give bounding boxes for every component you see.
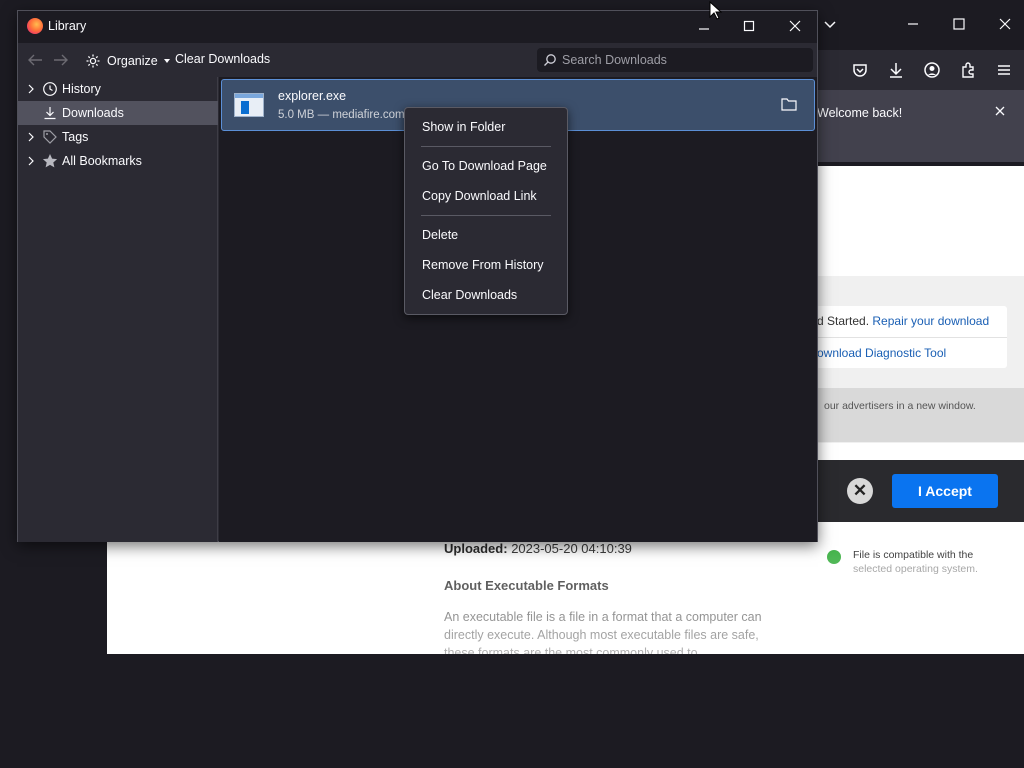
repair-prefix: d Started. <box>817 314 873 328</box>
menu-item-delete[interactable]: Delete <box>406 222 566 248</box>
chevron-right-icon[interactable] <box>27 132 35 142</box>
back-arrow-icon[interactable] <box>27 53 43 67</box>
clock-icon <box>43 82 57 96</box>
sidebar-item-label: All Bookmarks <box>62 154 142 168</box>
menu-item-label: Show in Folder <box>422 120 506 134</box>
menu-item-show-in-folder[interactable]: Show in Folder <box>406 114 566 140</box>
download-context-menu: Show in Folder Go To Download Page Copy … <box>404 107 568 315</box>
folder-icon[interactable] <box>781 97 797 111</box>
repair-row: d Started. Repair your download <box>817 314 989 328</box>
repair-card: d Started. Repair your download ownload … <box>797 306 1007 368</box>
menu-separator <box>421 146 551 147</box>
library-sidebar: History Downloads Tags All Bookmarks <box>18 77 218 542</box>
notification-message: Welcome back! <box>817 106 903 120</box>
uploaded-value: 2023-05-20 04:10:39 <box>511 541 632 556</box>
clear-downloads-button[interactable]: Clear Downloads <box>175 52 270 66</box>
sidebar-item-all-bookmarks[interactable]: All Bookmarks <box>18 149 218 173</box>
repair-link[interactable]: Repair your download <box>872 314 989 328</box>
minimize-icon[interactable] <box>905 16 921 32</box>
pocket-icon[interactable] <box>850 60 870 80</box>
window-title: Library <box>48 19 87 33</box>
maximize-icon[interactable] <box>951 16 967 32</box>
star-icon <box>42 154 58 168</box>
sidebar-item-label: Downloads <box>62 106 124 120</box>
maximize-icon[interactable] <box>742 19 756 33</box>
gear-icon <box>86 54 100 68</box>
about-heading: About Executable Formats <box>444 578 609 593</box>
menu-item-label: Copy Download Link <box>422 189 537 203</box>
search-placeholder: Search Downloads <box>562 53 667 67</box>
chevron-right-icon[interactable] <box>27 84 35 94</box>
menu-separator <box>421 215 551 216</box>
list-all-tabs-icon[interactable] <box>822 16 838 32</box>
menu-item-remove-from-history[interactable]: Remove From History <box>406 252 566 278</box>
tag-icon <box>43 130 57 144</box>
close-window-icon[interactable] <box>997 16 1013 32</box>
search-downloads-input[interactable]: Search Downloads <box>537 48 813 72</box>
mouse-cursor-icon <box>709 1 723 20</box>
organize-label: Organize <box>107 54 158 68</box>
menu-item-label: Go To Download Page <box>422 159 547 173</box>
close-icon[interactable] <box>994 105 1006 117</box>
extensions-icon[interactable] <box>958 60 978 80</box>
compat-line-2: selected operating system. <box>853 563 978 575</box>
consent-banner: ✕ I Accept <box>807 460 1024 522</box>
uploaded-info: Uploaded: 2023-05-20 04:10:39 <box>444 541 632 556</box>
diagnostic-tool-link[interactable]: ownload Diagnostic Tool <box>817 346 946 360</box>
download-meta: 5.0 MB — mediafire.com <box>278 109 405 121</box>
divider <box>797 337 1007 338</box>
organize-button[interactable]: Organize <box>85 51 170 71</box>
menu-item-label: Delete <box>422 228 459 242</box>
menu-item-label: Remove From History <box>422 258 544 272</box>
accept-button[interactable]: I Accept <box>892 474 998 508</box>
uploaded-label: Uploaded: <box>444 541 508 556</box>
chevron-right-icon[interactable] <box>27 156 35 166</box>
check-icon <box>827 550 841 564</box>
forward-arrow-icon[interactable] <box>53 53 69 67</box>
menu-item-label: Clear Downloads <box>422 288 518 302</box>
close-window-icon[interactable] <box>788 19 802 33</box>
menu-item-go-to-download-page[interactable]: Go To Download Page <box>406 153 566 179</box>
sidebar-item-label: Tags <box>62 130 89 144</box>
download-icon <box>44 107 56 120</box>
consent-close-button[interactable]: ✕ <box>847 478 873 504</box>
sidebar-item-downloads[interactable]: Downloads <box>18 101 218 125</box>
sidebar-item-tags[interactable]: Tags <box>18 125 218 149</box>
downloads-icon[interactable] <box>886 60 906 80</box>
search-icon <box>544 54 556 66</box>
compat-line-1: File is compatible with the <box>853 549 974 561</box>
account-icon[interactable] <box>922 60 942 80</box>
ad-notice-text: our advertisers in a new window. <box>824 400 976 412</box>
minimize-icon[interactable] <box>697 19 711 33</box>
menu-item-clear-downloads[interactable]: Clear Downloads <box>406 282 566 308</box>
dropdown-arrow-icon <box>163 59 170 63</box>
about-text: An executable file is a file in a format… <box>444 610 762 654</box>
menu-item-copy-download-link[interactable]: Copy Download Link <box>406 183 566 209</box>
download-filename: explorer.exe <box>278 89 347 103</box>
library-titlebar: Library <box>18 11 817 43</box>
executable-file-icon <box>234 93 264 117</box>
sidebar-item-label: History <box>62 82 101 96</box>
library-toolbar: Organize Clear Downloads Search Download… <box>18 43 817 77</box>
sidebar-item-history[interactable]: History <box>18 77 218 101</box>
firefox-logo-icon <box>27 18 43 34</box>
menu-icon[interactable] <box>994 60 1014 80</box>
